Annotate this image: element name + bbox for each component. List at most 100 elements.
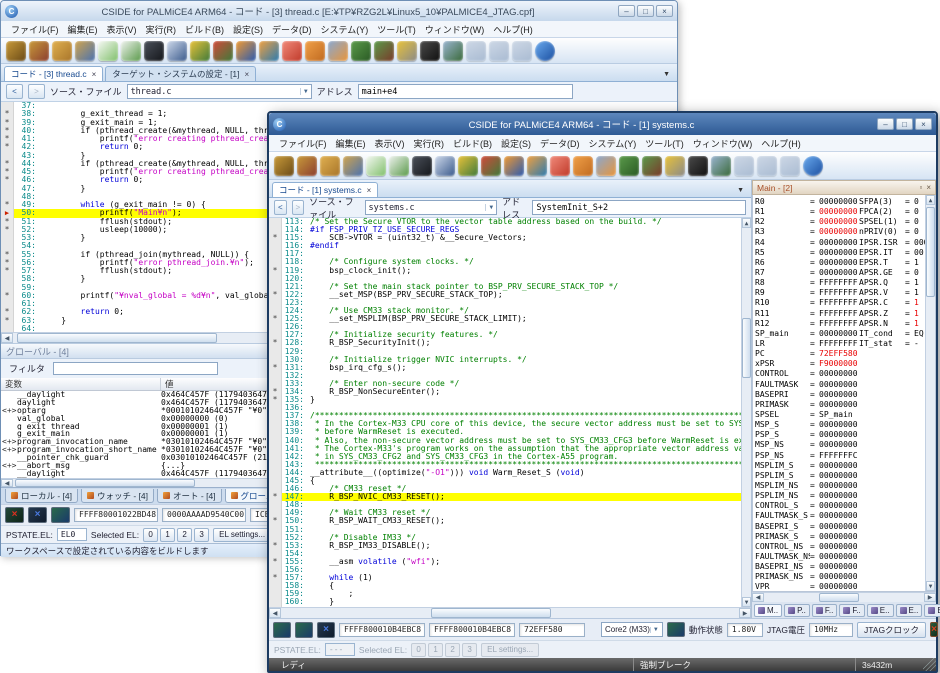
open-folder-icon[interactable] — [320, 156, 340, 176]
refresh-icon[interactable] — [535, 41, 555, 61]
line-marker[interactable]: * — [269, 234, 282, 242]
minimize-button[interactable]: – — [877, 118, 894, 130]
menu-item-9[interactable]: ウィンドウ(W) — [689, 136, 757, 151]
menu-item-2[interactable]: 表示(V) — [371, 136, 409, 151]
tab-overflow-icon[interactable]: ▼ — [663, 71, 674, 81]
column-variable[interactable]: 変数 — [1, 378, 161, 390]
line-marker[interactable]: * — [269, 267, 282, 275]
scroll-right-icon[interactable]: ▶ — [924, 593, 936, 602]
step-over-icon[interactable] — [573, 156, 593, 176]
scroll-down-icon[interactable]: ▼ — [742, 597, 751, 607]
register-panel-header[interactable]: Main - [2] ▫ × — [752, 180, 936, 195]
menu-item-3[interactable]: 実行(R) — [410, 136, 449, 151]
document-settings-icon[interactable] — [121, 41, 141, 61]
line-marker[interactable] — [269, 598, 282, 606]
line-marker[interactable] — [269, 372, 282, 380]
tab-overflow-icon[interactable]: ▼ — [737, 187, 748, 197]
download-yellow-icon[interactable] — [458, 156, 478, 176]
run-to-cursor-icon[interactable] — [642, 156, 662, 176]
el-settings-button[interactable]: EL settings... — [481, 643, 539, 657]
core-icon-3[interactable]: × — [317, 622, 335, 638]
menu-item-9[interactable]: ウィンドウ(W) — [421, 22, 489, 37]
menu-item-6[interactable]: データ(D) — [268, 22, 316, 37]
line-marker[interactable] — [269, 477, 282, 485]
line-marker[interactable]: * — [1, 143, 14, 151]
line-marker[interactable]: * — [1, 176, 14, 184]
el-settings-button[interactable]: EL settings... — [213, 528, 271, 542]
open-project-icon[interactable] — [343, 156, 363, 176]
run-status-icon[interactable]: × — [28, 507, 47, 523]
menu-item-8[interactable]: ツール(T) — [373, 22, 420, 37]
register-tab-0[interactable]: M.. — [754, 604, 782, 617]
scroll-up-icon[interactable]: ▲ — [926, 195, 935, 205]
core-icon-2[interactable] — [295, 622, 313, 638]
step-in-icon[interactable] — [596, 156, 616, 176]
hand2-disabled-icon[interactable] — [512, 41, 532, 61]
menu-item-0[interactable]: ファイル(F) — [7, 22, 63, 37]
chevron-down-icon[interactable]: ▼ — [300, 88, 308, 95]
maximize-button[interactable]: □ — [896, 118, 913, 130]
line-marker[interactable]: * — [269, 396, 282, 404]
menu-item-7[interactable]: システム(Y) — [585, 136, 641, 151]
pin-icon[interactable]: ▫ — [919, 183, 922, 192]
variable-tab-1[interactable]: ウォッチ - [4] — [81, 489, 154, 503]
document-settings-icon[interactable] — [389, 156, 409, 176]
resize-grip[interactable] — [923, 658, 936, 671]
filter-input[interactable] — [53, 362, 218, 375]
pause-disabled-icon[interactable] — [734, 156, 754, 176]
jtag-clock-button[interactable]: JTAGクロック — [857, 622, 926, 638]
expand-toggle[interactable] — [1, 391, 17, 399]
line-marker[interactable] — [1, 275, 14, 283]
menu-item-5[interactable]: 設定(S) — [497, 136, 535, 151]
line-marker[interactable] — [269, 501, 282, 509]
reset-icon[interactable] — [236, 41, 256, 61]
menu-item-1[interactable]: 編集(E) — [64, 22, 102, 37]
register-tab-5[interactable]: E.. — [896, 604, 923, 617]
menu-item-2[interactable]: 表示(V) — [103, 22, 141, 37]
line-marker[interactable]: * — [269, 574, 282, 582]
inspect-chip-icon[interactable] — [443, 41, 463, 61]
hand-disabled-icon[interactable] — [489, 41, 509, 61]
line-marker[interactable] — [269, 299, 282, 307]
minimize-button[interactable]: – — [618, 5, 635, 17]
nav-back-button[interactable]: < — [274, 200, 287, 215]
core-select-combo[interactable]: Core2 (M33) ▼ — [601, 622, 663, 637]
tab-document-1[interactable]: ターゲット・システムの設定 - [1]× — [105, 66, 256, 81]
menu-item-10[interactable]: ヘルプ(H) — [489, 22, 537, 37]
save-source-file-icon[interactable] — [297, 156, 317, 176]
fg-titlebar[interactable]: C CSIDE for PALMiCE4 ARM64 - コード - [1] s… — [269, 113, 936, 135]
chevron-down-icon[interactable]: ▼ — [650, 627, 659, 633]
scroll-thumb[interactable] — [742, 318, 751, 378]
download-red-icon[interactable] — [481, 156, 501, 176]
register-vscrollbar[interactable]: ▲ ▼ — [925, 195, 935, 591]
fg-code-vscrollbar[interactable]: ▲ ▼ — [741, 218, 751, 607]
run-to-cursor-icon[interactable] — [374, 41, 394, 61]
memory-view-icon[interactable] — [412, 156, 432, 176]
line-marker[interactable] — [269, 461, 282, 469]
open-project-icon[interactable] — [75, 41, 95, 61]
el-button-0[interactable]: 0 — [143, 528, 158, 542]
fg-code-hscrollbar[interactable]: ◀ ▶ — [269, 607, 751, 618]
variable-tab-0[interactable]: ローカル - [4] — [5, 489, 78, 503]
settings-tool-icon[interactable] — [397, 41, 417, 61]
scroll-down-icon[interactable]: ▼ — [926, 581, 935, 591]
step-out-icon[interactable] — [351, 41, 371, 61]
inspect-chip-icon[interactable] — [711, 156, 731, 176]
stop-icon[interactable] — [550, 156, 570, 176]
line-marker[interactable]: * — [1, 292, 14, 300]
expand-toggle[interactable] — [1, 423, 17, 431]
nav-back-button[interactable]: < — [6, 84, 23, 99]
snapshot-camera-icon[interactable] — [688, 156, 708, 176]
line-marker[interactable]: * — [269, 517, 282, 525]
el-button-3[interactable]: 3 — [462, 643, 477, 657]
source-file-combo[interactable]: thread.c ▼ — [127, 84, 312, 99]
fg-code-editor[interactable]: 113:/* Set the Secure VTOR to the vector… — [269, 218, 751, 607]
register-tab-1[interactable]: P.. — [784, 604, 810, 617]
new-document-icon[interactable] — [98, 41, 118, 61]
menu-item-3[interactable]: 実行(R) — [142, 22, 181, 37]
hand2-disabled-icon[interactable] — [780, 156, 800, 176]
line-marker[interactable] — [269, 590, 282, 598]
line-marker[interactable] — [269, 242, 282, 250]
scroll-thumb[interactable] — [819, 593, 859, 602]
line-marker[interactable]: * — [269, 364, 282, 372]
